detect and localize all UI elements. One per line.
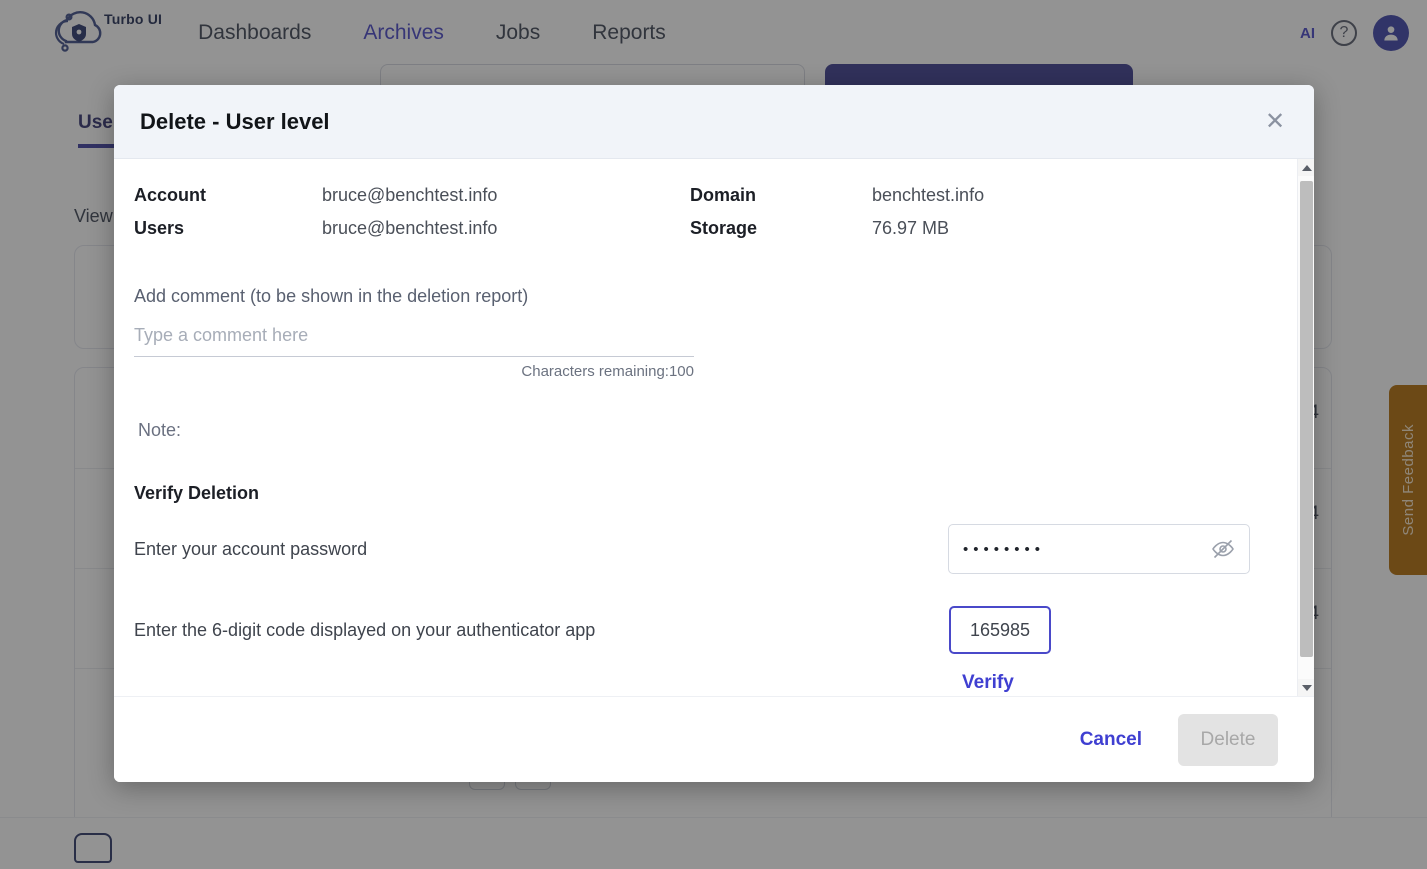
comment-input[interactable] (134, 321, 694, 357)
scroll-up-arrow-icon[interactable] (1298, 159, 1314, 176)
info-value-domain: benchtest.info (872, 185, 985, 205)
delete-user-level-dialog: Delete - User level ✕ Account bruce@benc… (114, 85, 1314, 782)
password-field[interactable]: •••••••• (948, 524, 1250, 574)
info-label-users: Users (134, 218, 185, 238)
delete-button[interactable]: Delete (1178, 713, 1278, 766)
password-field-row: Enter your account password •••••••• (134, 524, 1275, 574)
info-value-users: bruce@benchtest.info (322, 218, 498, 238)
dialog-body-wrapper: Account bruce@benchtest.info Domain benc… (114, 159, 1314, 696)
verify-row: Verify (134, 672, 1275, 696)
password-label: Enter your account password (134, 538, 368, 559)
cancel-button[interactable]: Cancel (1066, 719, 1156, 761)
comment-label: Add comment (to be shown in the deletion… (134, 286, 529, 306)
info-label-account: Account (134, 185, 206, 205)
close-icon[interactable]: ✕ (1260, 107, 1290, 137)
note-label: Note: (138, 420, 182, 440)
info-value-account: bruce@benchtest.info (322, 185, 498, 205)
comment-section: Add comment (to be shown in the deletion… (134, 286, 1275, 380)
info-label-storage: Storage (690, 218, 758, 238)
dialog-scrollbar[interactable] (1297, 159, 1314, 696)
scroll-down-arrow-icon[interactable] (1298, 679, 1314, 696)
verify-button[interactable]: Verify (962, 672, 1014, 694)
password-value: •••••••• (963, 540, 1046, 558)
auth-code-field-row: Enter the 6-digit code displayed on your… (134, 606, 1275, 654)
dialog-body: Account bruce@benchtest.info Domain benc… (114, 159, 1297, 696)
eye-off-icon[interactable] (1211, 537, 1235, 561)
summary-info-grid: Account bruce@benchtest.info Domain benc… (134, 185, 1275, 239)
dialog-header: Delete - User level ✕ (114, 85, 1314, 159)
info-value-storage: 76.97 MB (872, 218, 950, 238)
auth-code-input[interactable]: 165985 (949, 606, 1051, 654)
info-label-domain: Domain (690, 185, 757, 205)
verify-deletion-heading: Verify Deletion (134, 483, 260, 503)
dialog-title: Delete - User level (140, 108, 330, 134)
dialog-footer: Cancel Delete (114, 696, 1314, 782)
auth-code-label: Enter the 6-digit code displayed on your… (134, 619, 596, 640)
auth-code-value: 165985 (969, 619, 1031, 640)
characters-remaining-text: Characters remaining:100 (521, 363, 694, 380)
scrollbar-thumb[interactable] (1300, 181, 1313, 657)
